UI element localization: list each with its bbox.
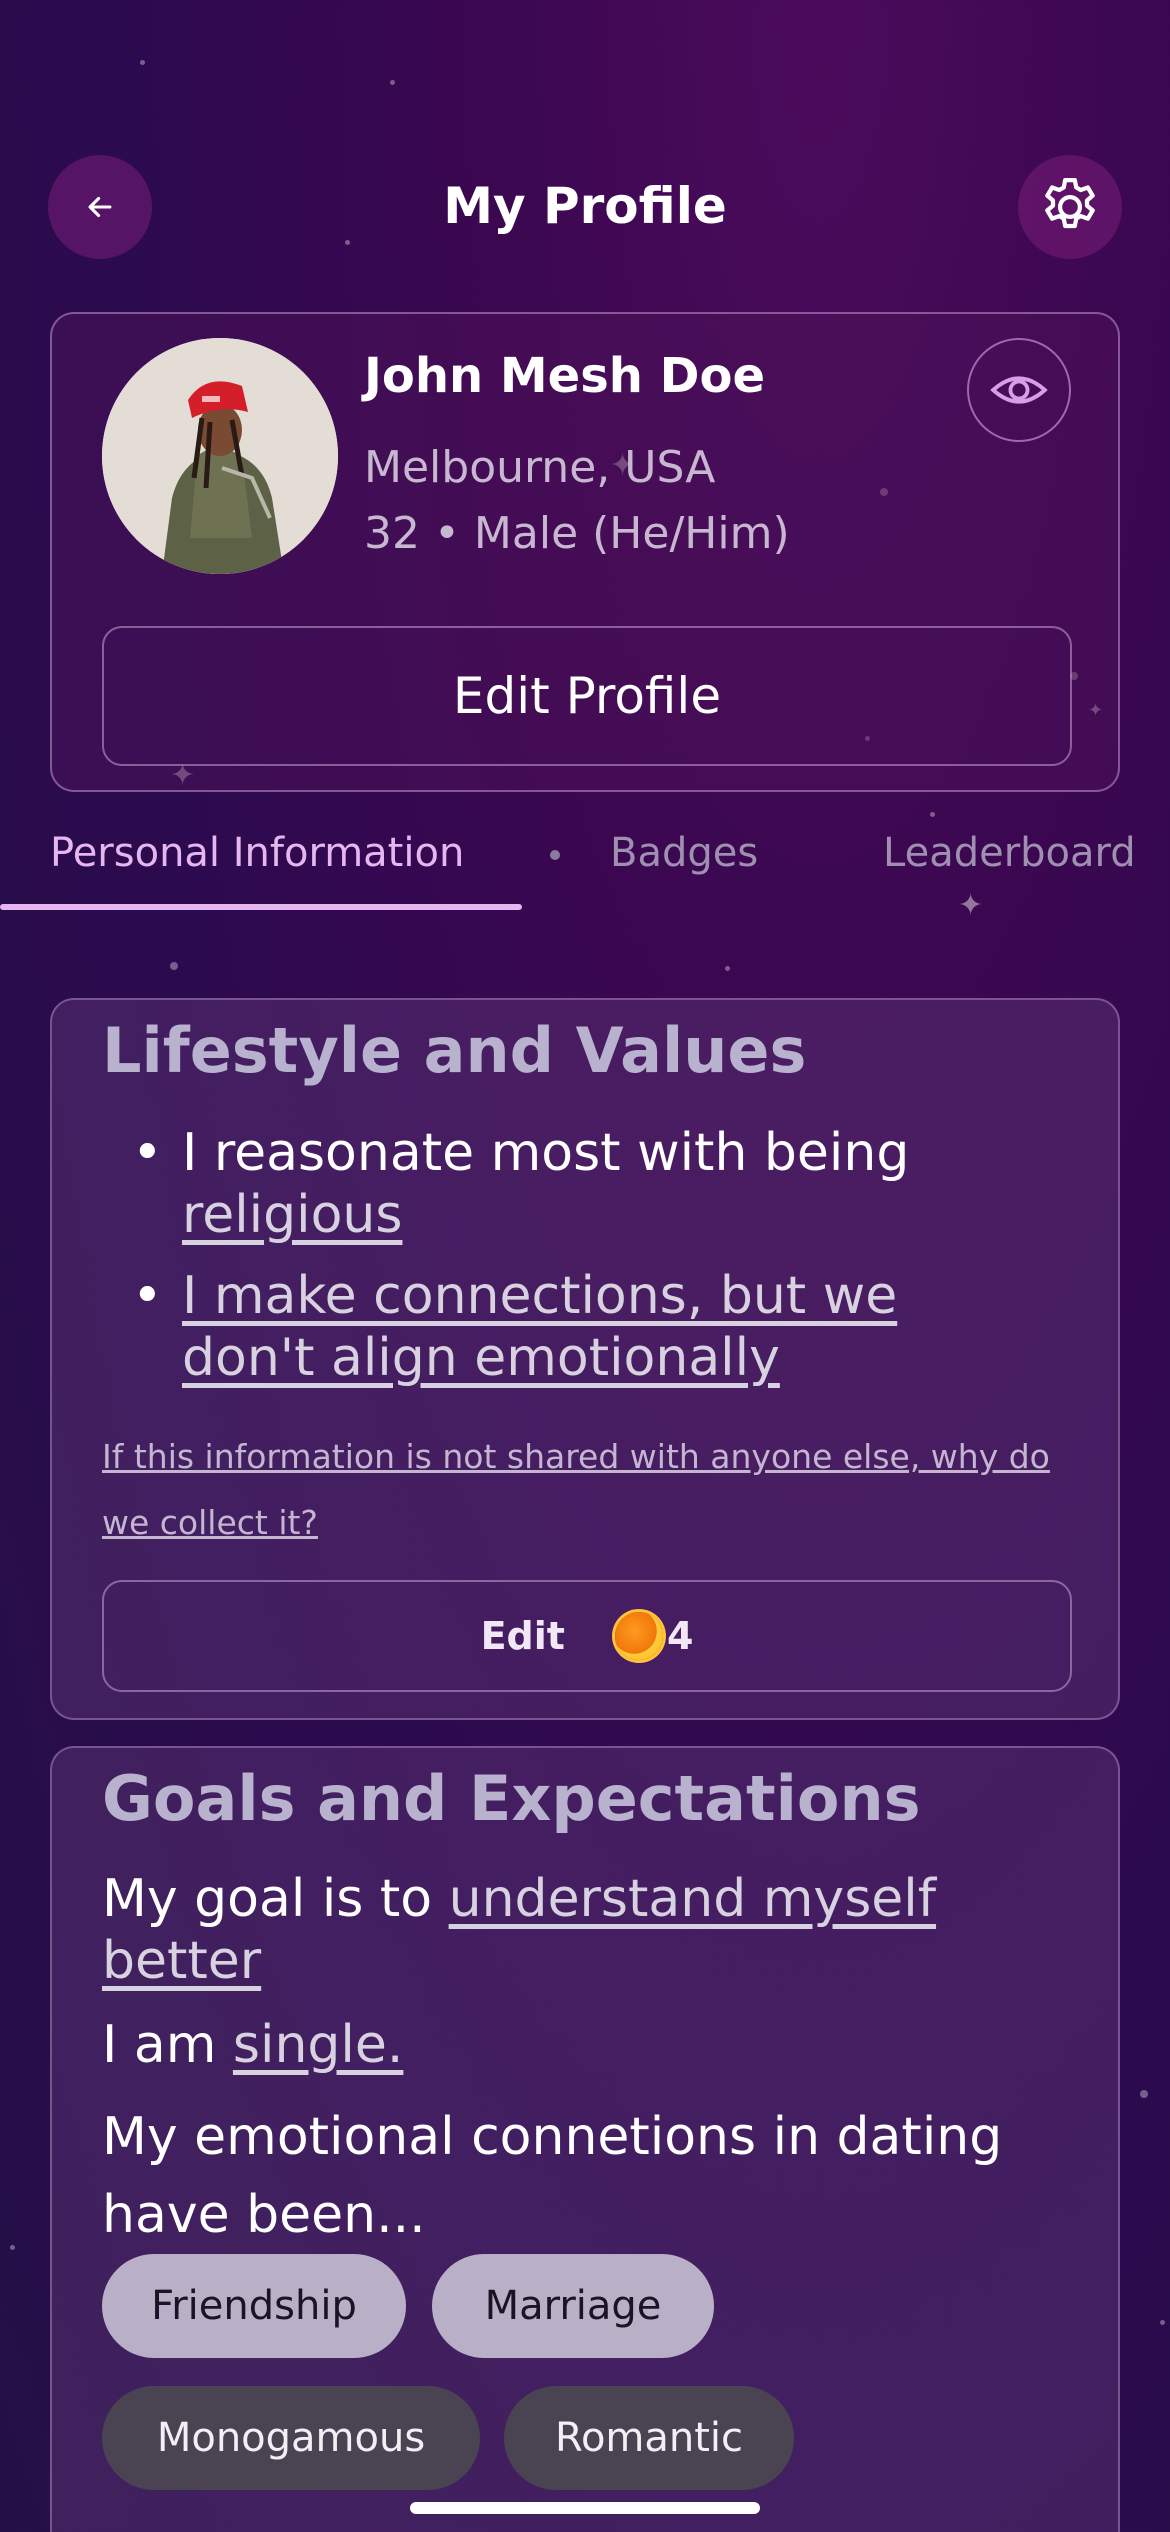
active-tab-indicator (0, 904, 522, 910)
goal-prefix: My goal is to (102, 1869, 433, 1929)
lifestyle-card: Lifestyle and Values • I reasonate most … (50, 998, 1120, 1720)
gear-icon (1045, 177, 1095, 229)
coin-reward: 4 (614, 1612, 694, 1660)
goals-card: Goals and Expectations My goal is to und… (50, 1746, 1120, 2532)
settings-button[interactable] (1018, 155, 1122, 259)
tab-leaderboard[interactable]: Leaderboard (883, 830, 1136, 876)
lifestyle-item-2: • I make connections, but we don't align… (132, 1265, 1082, 1389)
tab-badges[interactable]: Badges (610, 830, 758, 876)
lifestyle-title: Lifestyle and Values (102, 1014, 807, 1087)
tab-separator (550, 850, 560, 860)
coin-count: 4 (666, 1614, 694, 1658)
coin-icon (614, 1612, 663, 1660)
chip-romantic[interactable]: Romantic (504, 2386, 794, 2490)
eye-icon (990, 376, 1048, 404)
page-title: My Profile (443, 177, 727, 235)
profile-card: John Mesh Doe Melbourne, USA 32 • Male (… (50, 312, 1120, 792)
edit-label: Edit (480, 1614, 565, 1658)
visibility-button[interactable] (967, 338, 1071, 442)
avatar (102, 338, 338, 574)
info-collection-link[interactable]: If this information is not shared with a… (102, 1424, 1062, 1556)
profile-name: John Mesh Doe (364, 348, 766, 404)
status-link[interactable]: single. (233, 2015, 403, 2075)
tab-personal-information[interactable]: Personal Information (50, 830, 464, 876)
connections-link[interactable]: I make connections, but we don't align e… (182, 1265, 1042, 1389)
chip-marriage[interactable]: Marriage (432, 2254, 714, 2358)
profile-tabs: Personal Information Badges Leaderboard (0, 820, 1170, 910)
goals-title: Goals and Expectations (102, 1762, 921, 1835)
top-bar: My Profile (0, 155, 1170, 259)
relationship-status: I am single. (102, 2014, 1082, 2076)
status-prefix: I am (102, 2015, 217, 2075)
religious-link[interactable]: religious (182, 1185, 402, 1245)
lifestyle-edit-button[interactable]: Edit 4 (102, 1580, 1072, 1692)
profile-details: 32 • Male (He/Him) (364, 508, 790, 559)
lifestyle-item-1: • I reasonate most with being religious (132, 1123, 910, 1245)
home-indicator (410, 2502, 760, 2514)
profile-location: Melbourne, USA (364, 442, 716, 493)
goal-statement: My goal is to understand myself better (102, 1868, 1082, 1992)
lifestyle-item-1-text: I reasonate most with being (182, 1123, 910, 1183)
chip-friendship[interactable]: Friendship (102, 2254, 406, 2358)
emotional-connections-text: My emotional connetions in dating have b… (102, 2107, 1003, 2245)
edit-profile-button[interactable]: Edit Profile (102, 626, 1072, 766)
chip-monogamous[interactable]: Monogamous (102, 2386, 480, 2490)
